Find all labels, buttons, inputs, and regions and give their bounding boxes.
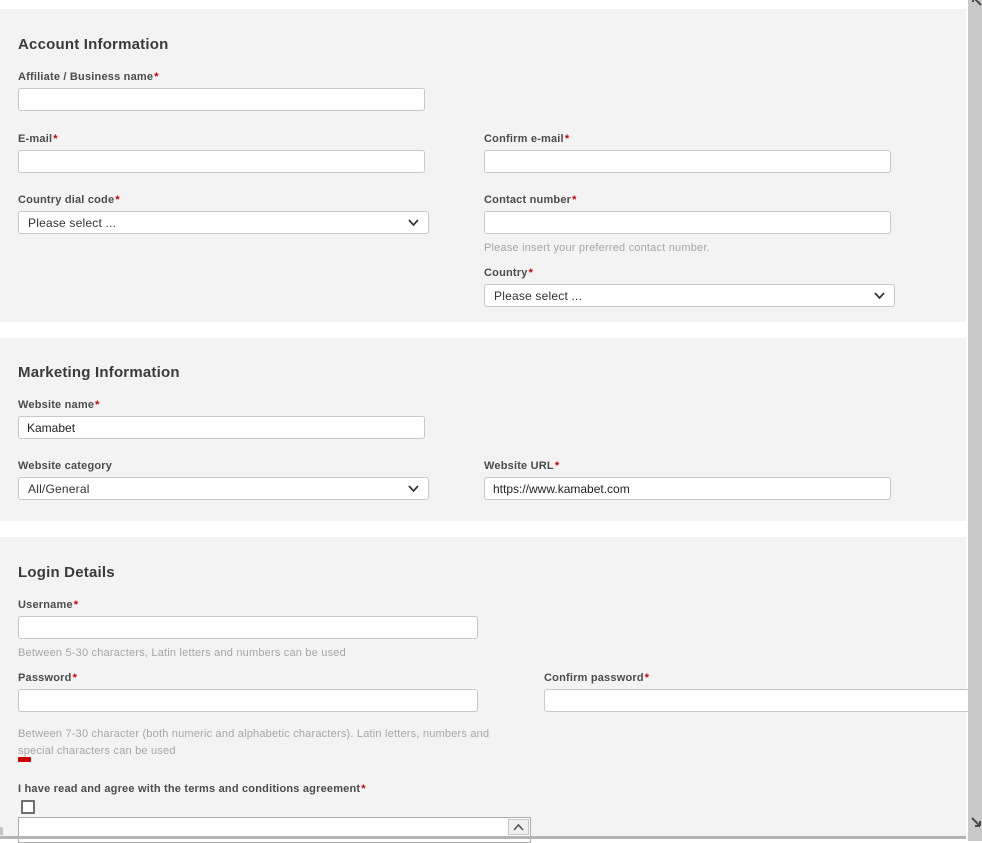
website-url-field: Website URL* xyxy=(484,460,891,500)
select-value: Please select ... xyxy=(494,289,582,303)
password-helper: Between 7-30 character (both numeric and… xyxy=(18,726,523,760)
country-field: Country* Please select ... xyxy=(484,267,895,307)
website-category-select[interactable]: All/General xyxy=(18,477,429,500)
confirm-email-field: Confirm e-mail* xyxy=(484,133,891,173)
affiliate-name-input[interactable] xyxy=(18,88,425,111)
chevron-down-icon xyxy=(408,219,419,227)
required-asterisk: * xyxy=(95,399,99,411)
chevron-up-icon xyxy=(513,824,524,831)
contact-number-label: Contact number* xyxy=(484,194,891,207)
login-details-section: Login Details Username* Between 5-30 cha… xyxy=(0,537,966,836)
left-edge-mark xyxy=(0,827,3,835)
website-name-field: Website name* xyxy=(18,399,425,439)
contact-number-field: Contact number* Please insert your prefe… xyxy=(484,194,891,257)
email-field: E-mail* xyxy=(18,133,425,173)
affiliate-name-field: Affiliate / Business name* xyxy=(18,71,425,111)
website-url-input[interactable] xyxy=(484,477,891,500)
confirm-password-input[interactable] xyxy=(544,689,978,712)
country-dial-code-select[interactable]: Please select ... xyxy=(18,211,429,234)
confirm-password-field: Confirm password* xyxy=(544,672,978,712)
website-name-label: Website name* xyxy=(18,399,425,412)
country-label: Country* xyxy=(484,267,895,280)
username-label: Username* xyxy=(18,599,478,612)
required-asterisk: * xyxy=(73,672,77,684)
contact-number-input[interactable] xyxy=(484,211,891,234)
affiliate-name-label: Affiliate / Business name* xyxy=(18,71,425,84)
account-information-section: Account Information Affiliate / Business… xyxy=(0,9,966,322)
required-asterisk: * xyxy=(361,783,365,795)
website-category-label: Website category xyxy=(18,460,429,473)
username-input[interactable] xyxy=(18,616,478,639)
scrollbar-arrow-icon xyxy=(970,816,982,828)
website-name-input[interactable] xyxy=(18,416,425,439)
confirm-email-input[interactable] xyxy=(484,150,891,173)
required-asterisk: * xyxy=(74,599,78,611)
email-input[interactable] xyxy=(18,150,425,173)
username-helper: Between 5-30 characters, Latin letters a… xyxy=(18,645,478,662)
website-url-label: Website URL* xyxy=(484,460,891,473)
required-asterisk: * xyxy=(53,133,57,145)
required-asterisk: * xyxy=(529,267,533,279)
section-title-marketing: Marketing Information xyxy=(18,364,180,381)
username-field: Username* Between 5-30 characters, Latin… xyxy=(18,599,478,662)
country-dial-code-field: Country dial code* Please select ... xyxy=(18,194,429,234)
terms-text-box[interactable] xyxy=(18,817,531,843)
required-asterisk: * xyxy=(572,194,576,206)
country-dial-code-label: Country dial code* xyxy=(18,194,429,207)
country-select[interactable]: Please select ... xyxy=(484,284,895,307)
scroll-up-button[interactable] xyxy=(508,819,529,835)
required-asterisk: * xyxy=(645,672,649,684)
terms-label: I have read and agree with the terms and… xyxy=(18,783,366,796)
required-asterisk: * xyxy=(154,71,158,83)
required-asterisk: * xyxy=(115,194,119,206)
email-label: E-mail* xyxy=(18,133,425,146)
section-title-account: Account Information xyxy=(18,36,168,53)
section-title-login: Login Details xyxy=(18,564,115,581)
website-category-field: Website category All/General xyxy=(18,460,429,500)
password-label: Password* xyxy=(18,672,478,685)
confirm-password-label: Confirm password* xyxy=(544,672,978,685)
required-asterisk: * xyxy=(555,460,559,472)
bottom-divider xyxy=(0,836,966,839)
required-asterisk: * xyxy=(565,133,569,145)
vertical-scrollbar[interactable] xyxy=(968,0,982,841)
password-input[interactable] xyxy=(18,689,478,712)
contact-number-helper: Please insert your preferred contact num… xyxy=(484,240,891,257)
marketing-information-section: Marketing Information Website name* Webs… xyxy=(0,338,966,521)
terms-checkbox[interactable] xyxy=(21,800,35,814)
chevron-down-icon xyxy=(408,485,419,493)
error-dash xyxy=(18,757,31,762)
password-field: Password* xyxy=(18,672,478,712)
confirm-email-label: Confirm e-mail* xyxy=(484,133,891,146)
select-value: All/General xyxy=(28,482,90,496)
chevron-down-icon xyxy=(874,292,885,300)
select-value: Please select ... xyxy=(28,216,116,230)
scrollbar-arrow-icon xyxy=(971,0,982,7)
